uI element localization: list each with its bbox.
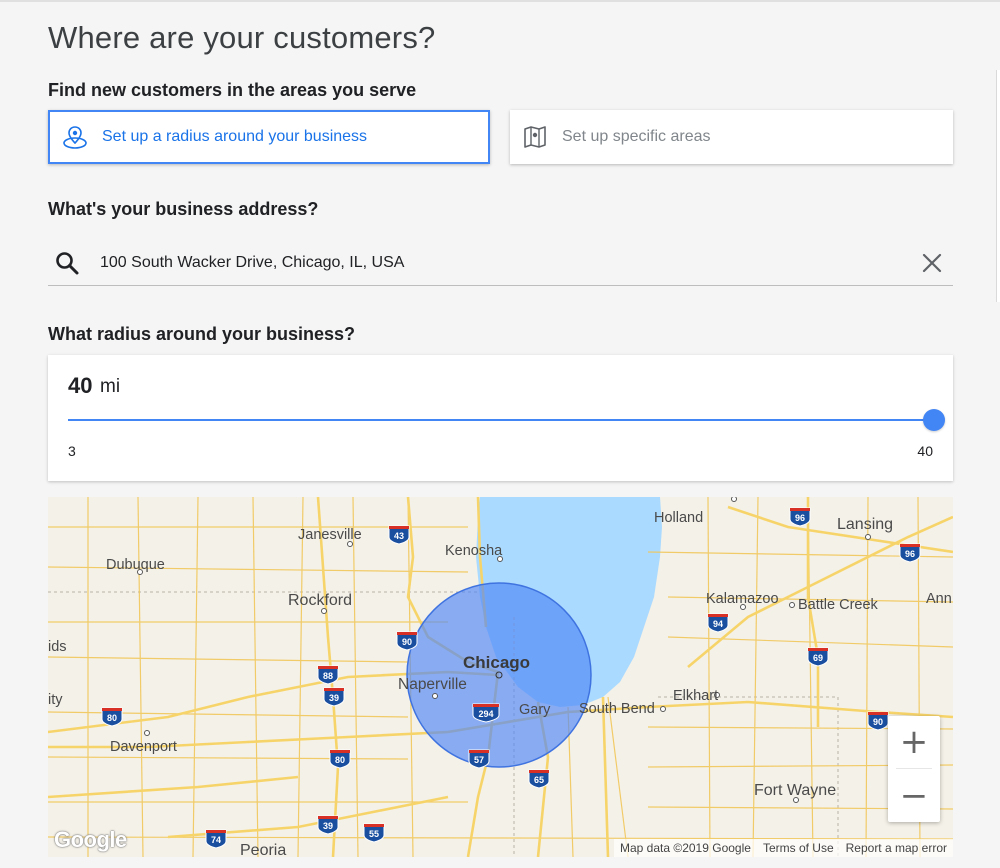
city-label-ann: Ann — [926, 591, 952, 607]
highway-shield-69: 69 — [807, 647, 829, 667]
svg-text:294: 294 — [478, 709, 493, 719]
zoom-controls: + − — [888, 716, 940, 822]
highway-shield-57: 57 — [468, 749, 490, 769]
svg-text:80: 80 — [335, 755, 345, 765]
map[interactable]: 43 96 96 94 90 69 88 39 80 294 57 80 65 … — [48, 497, 953, 857]
highway-shield-90: 90 — [396, 631, 418, 651]
city-label-lansing: Lansing — [837, 516, 893, 533]
search-icon — [54, 250, 80, 276]
map-icon — [522, 124, 548, 150]
radius-option-label: Set up a radius around your business — [102, 128, 368, 145]
top-divider — [0, 0, 1000, 2]
svg-text:69: 69 — [813, 653, 823, 663]
svg-text:74: 74 — [211, 835, 221, 845]
highway-shield-43: 43 — [388, 525, 410, 545]
specific-areas-option-button[interactable]: Set up specific areas — [510, 110, 953, 164]
svg-text:88: 88 — [323, 671, 333, 681]
city-label-peoria: Peoria — [240, 842, 286, 857]
radius-value: 40 — [68, 373, 93, 398]
svg-text:39: 39 — [323, 821, 333, 831]
city-label-holland: Holland — [654, 510, 703, 526]
city-label-ids: ids — [48, 639, 67, 655]
svg-text:90: 90 — [873, 717, 883, 727]
highway-shield-80-b: 80 — [329, 749, 351, 769]
find-customers-heading: Find new customers in the areas you serv… — [48, 80, 417, 100]
svg-text:39: 39 — [329, 693, 339, 703]
address-search-row — [48, 240, 953, 286]
map-attribution-bar: Map data ©2019 Google Terms of Use Repor… — [614, 839, 953, 857]
clear-address-icon[interactable] — [919, 250, 945, 276]
city-label-naperville: Naperville — [398, 676, 467, 693]
radius-heading: What radius around your business? — [48, 324, 356, 344]
city-label-gary: Gary — [519, 702, 551, 718]
city-label-battle-creek: Battle Creek — [798, 597, 879, 613]
highway-shield-74: 74 — [205, 829, 227, 849]
city-label-elkhart: Elkhart — [673, 688, 718, 704]
city-label-dubuque: Dubuque — [106, 557, 165, 573]
highway-shield-65: 65 — [528, 769, 550, 789]
highway-shield-39: 39 — [323, 687, 345, 707]
radius-circle — [406, 582, 592, 768]
report-map-error-link[interactable]: Report a map error — [846, 841, 947, 855]
address-input[interactable] — [100, 253, 919, 272]
city-label-south-bend: South Bend — [579, 701, 655, 717]
city-label-fort-wayne: Fort Wayne — [754, 782, 836, 799]
terms-of-use-link[interactable]: Terms of Use — [763, 841, 834, 855]
radius-card: 40 mi 3 40 — [48, 355, 953, 481]
svg-text:65: 65 — [534, 775, 544, 785]
zoom-divider — [896, 768, 932, 769]
scrollbar[interactable] — [996, 70, 1000, 302]
business-address-heading: What's your business address? — [48, 199, 319, 219]
slider-min-label: 3 — [68, 443, 76, 459]
svg-text:43: 43 — [394, 531, 404, 541]
page-title: Where are your customers? — [48, 20, 436, 55]
city-label-davenport: Davenport — [110, 739, 177, 755]
highway-shield-294: 294 — [472, 703, 500, 723]
google-logo: Google — [54, 827, 127, 852]
city-label-kenosha: Kenosha — [445, 543, 503, 559]
city-label-rockford: Rockford — [288, 592, 352, 609]
svg-text:90: 90 — [402, 637, 412, 647]
svg-text:55: 55 — [369, 829, 379, 839]
city-label-ity: ity — [48, 692, 63, 708]
highway-shield-94: 94 — [707, 613, 729, 633]
zoom-in-button[interactable]: + — [888, 716, 940, 768]
highway-shield-96: 96 — [789, 507, 811, 527]
city-label-janesville: Janesville — [298, 527, 362, 543]
svg-text:96: 96 — [905, 549, 915, 559]
svg-text:57: 57 — [474, 755, 484, 765]
city-label-chicago: Chicago — [463, 653, 530, 672]
highway-shield-96-b: 96 — [899, 543, 921, 563]
radius-unit: mi — [100, 376, 121, 397]
map-data-attribution: Map data ©2019 Google — [620, 841, 751, 855]
location-radius-icon — [62, 124, 88, 150]
highway-shield-88: 88 — [317, 665, 339, 685]
svg-text:94: 94 — [713, 619, 723, 629]
highway-shield-90-b: 90 — [867, 711, 889, 731]
slider-max-label: 40 — [917, 443, 933, 459]
highway-shield-39-b: 39 — [317, 815, 339, 835]
map-canvas[interactable]: 43 96 96 94 90 69 88 39 80 294 57 80 65 … — [48, 497, 953, 857]
svg-text:96: 96 — [795, 513, 805, 523]
zoom-out-button[interactable]: − — [888, 770, 940, 822]
specific-areas-option-label: Set up specific areas — [562, 128, 711, 145]
radius-slider-track[interactable] — [68, 419, 933, 421]
radius-slider-thumb[interactable] — [923, 409, 945, 431]
radius-option-button[interactable]: Set up a radius around your business — [48, 110, 490, 164]
highway-shield-55: 55 — [363, 823, 385, 843]
city-label-kalamazoo: Kalamazoo — [706, 591, 779, 607]
highway-shield-80: 80 — [101, 707, 123, 727]
svg-text:80: 80 — [107, 713, 117, 723]
